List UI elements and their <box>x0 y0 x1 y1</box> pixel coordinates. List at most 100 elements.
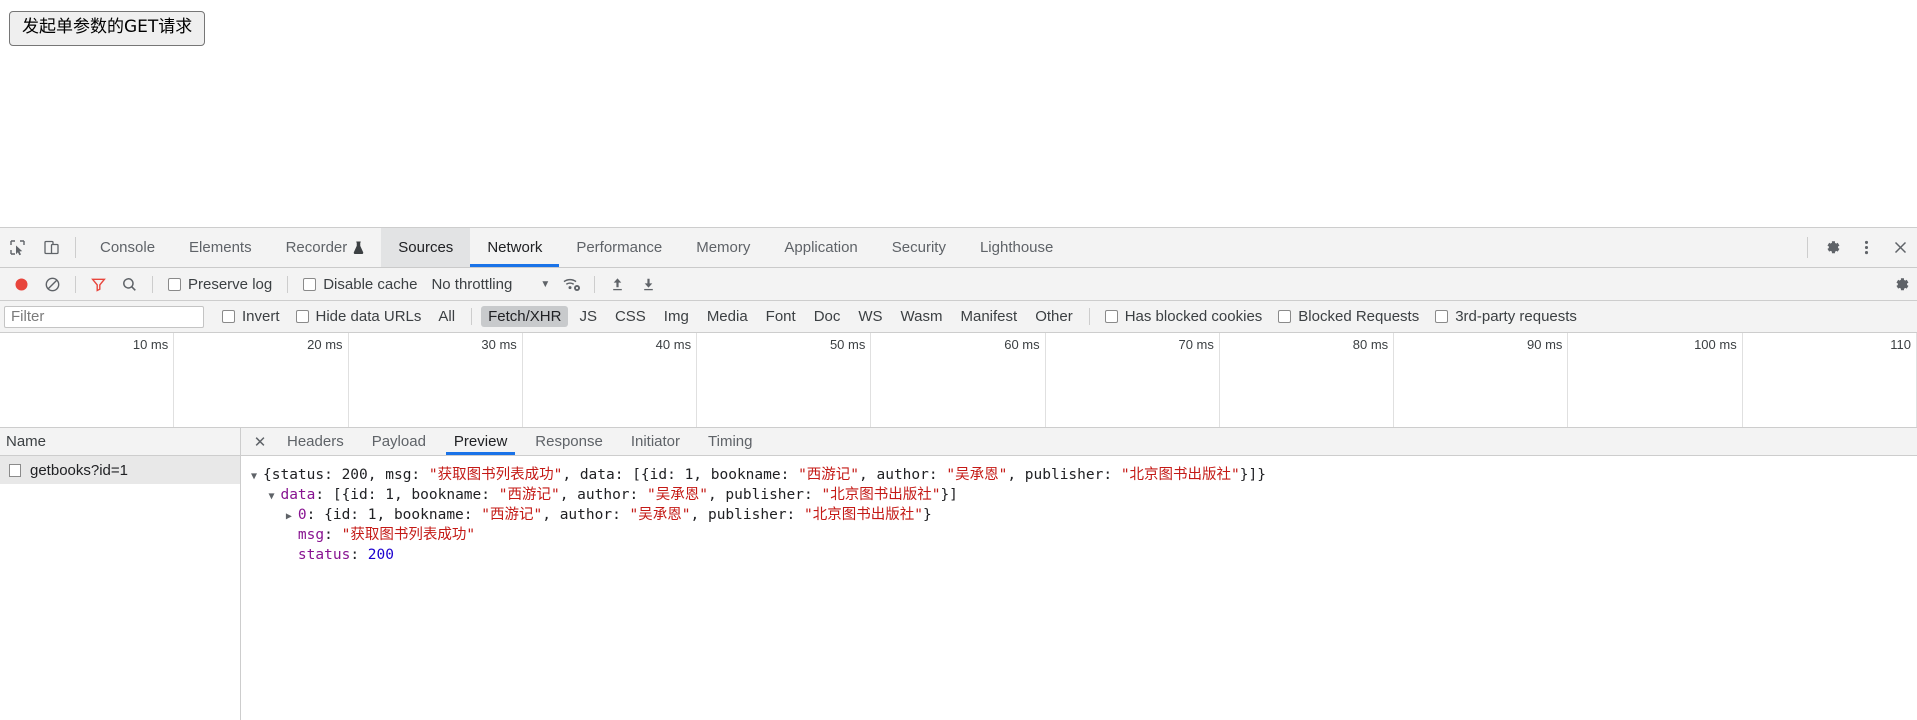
timeline-gridline: 20 ms <box>174 333 349 427</box>
timeline-gridline: 90 ms <box>1394 333 1569 427</box>
close-icon[interactable] <box>1883 228 1917 267</box>
expand-triangle-open-icon[interactable]: ▼ <box>251 467 263 487</box>
json-spacer: ▸ <box>286 527 298 547</box>
json-token: , data: [{id: 1, bookname: <box>562 467 799 483</box>
network-settings-gear-icon[interactable] <box>1886 269 1917 300</box>
json-token: }]} <box>1239 467 1266 483</box>
toolbar-divider <box>287 275 289 293</box>
filter-type-css[interactable]: CSS <box>608 306 653 327</box>
filter-funnel-icon[interactable] <box>83 269 114 300</box>
import-har-icon[interactable] <box>602 269 633 300</box>
clear-icon[interactable] <box>37 269 68 300</box>
filter-type-media[interactable]: Media <box>700 306 755 327</box>
filter-input[interactable] <box>4 305 204 328</box>
tab-label: Console <box>100 239 156 256</box>
preserve-log-checkbox[interactable]: Preserve log <box>168 276 272 293</box>
expand-triangle-closed-icon[interactable]: ▶ <box>286 507 298 527</box>
filter-type-ws[interactable]: WS <box>851 306 889 327</box>
tab-preview[interactable]: Preview <box>440 428 521 455</box>
table-row[interactable]: getbooks?id=1 <box>0 456 240 484</box>
tab-response[interactable]: Response <box>521 428 617 455</box>
inspect-element-icon[interactable] <box>0 228 34 267</box>
json-token: : [{id: 1, bookname: <box>315 487 499 503</box>
timeline-tick-label: 90 ms <box>1527 337 1563 352</box>
timeline-tick-label: 110 <box>1890 337 1911 352</box>
timeline-gridline: 30 ms <box>349 333 523 427</box>
blocked-requests-checkbox[interactable]: Blocked Requests <box>1278 308 1419 325</box>
timeline-tick-label: 30 ms <box>481 337 517 352</box>
filter-type-all[interactable]: All <box>431 306 462 327</box>
json-token: , author: <box>859 467 947 483</box>
tab-label: Performance <box>576 239 663 256</box>
devtools-tabstrip: Console Elements Recorder Sources Networ… <box>0 228 1917 268</box>
filter-type-font[interactable]: Font <box>759 306 803 327</box>
tab-timing[interactable]: Timing <box>694 428 766 455</box>
export-har-icon[interactable] <box>633 269 664 300</box>
network-timeline-overview[interactable]: 10 ms 20 ms 30 ms 40 ms 50 ms 60 ms 70 ms 80 ms… <box>0 333 1917 428</box>
kebab-menu-icon[interactable] <box>1849 228 1883 267</box>
timeline-tick-label: 70 ms <box>1178 337 1214 352</box>
filter-type-wasm[interactable]: Wasm <box>894 306 950 327</box>
chevron-down-icon: ▼ <box>540 278 551 290</box>
tab-memory[interactable]: Memory <box>679 228 767 267</box>
json-token: , msg: <box>367 467 429 483</box>
has-blocked-cookies-checkbox[interactable]: Has blocked cookies <box>1104 308 1262 325</box>
checkbox-label: Disable cache <box>323 275 418 293</box>
tab-sources[interactable]: Sources <box>381 228 471 267</box>
disable-cache-checkbox[interactable]: Disable cache <box>303 276 417 293</box>
tab-network[interactable]: Network <box>470 228 560 267</box>
json-token: , publisher: <box>707 487 822 503</box>
tab-performance[interactable]: Performance <box>559 228 679 267</box>
tab-initiator[interactable]: Initiator <box>617 428 694 455</box>
tab-console[interactable]: Console <box>83 228 172 267</box>
filter-type-fetch-xhr[interactable]: Fetch/XHR <box>481 306 569 327</box>
timeline-gridline: 60 ms <box>871 333 1046 427</box>
checkbox-label: Hide data URLs <box>315 308 422 325</box>
json-line[interactable]: ▼ data: [{id: 1, bookname: "西游记", author:… <box>251 485 1917 505</box>
filter-type-doc[interactable]: Doc <box>807 306 848 327</box>
json-preview-viewer[interactable]: ▼ {status: 200, msg: "获取图书列表成功", data: [{… <box>241 456 1917 720</box>
hide-data-urls-checkbox[interactable]: Hide data URLs <box>295 308 422 325</box>
json-token: 200 <box>341 467 368 483</box>
timeline-gridline: 110 <box>1743 333 1917 427</box>
json-token: : {id: 1, bookname: <box>306 507 482 523</box>
tab-application[interactable]: Application <box>767 228 874 267</box>
get-request-button[interactable]: 发起单参数的GET请求 <box>9 11 206 46</box>
timeline-gridline: 50 ms <box>697 333 872 427</box>
json-line[interactable]: ▸status: 200 <box>251 545 1917 565</box>
timeline-gridline: 10 ms <box>0 333 175 427</box>
expand-triangle-open-icon[interactable]: ▼ <box>268 487 280 507</box>
toolbar-divider <box>1088 308 1090 325</box>
filter-type-manifest[interactable]: Manifest <box>954 306 1025 327</box>
record-stop-icon[interactable] <box>6 269 37 300</box>
json-token: msg <box>297 527 325 543</box>
throttling-dropdown[interactable]: No throttling ▼ <box>431 276 550 293</box>
filter-type-js[interactable]: JS <box>572 306 604 327</box>
tab-elements[interactable]: Elements <box>172 228 269 267</box>
tab-headers[interactable]: Headers <box>273 428 358 455</box>
filter-type-img[interactable]: Img <box>657 306 696 327</box>
timeline-tick-label: 80 ms <box>1352 337 1389 352</box>
tab-label: Lighthouse <box>979 239 1054 256</box>
tab-lighthouse[interactable]: Lighthouse <box>963 228 1070 267</box>
gear-icon[interactable] <box>1815 228 1849 267</box>
search-icon[interactable] <box>114 269 145 300</box>
document-icon <box>9 463 21 477</box>
json-token: data <box>280 487 316 503</box>
json-line[interactable]: ▼ {status: 200, msg: "获取图书列表成功", data: [{… <box>251 465 1917 485</box>
json-line[interactable]: ▸msg: "获取图书列表成功" <box>251 525 1917 545</box>
device-toolbar-icon[interactable] <box>34 228 68 267</box>
timeline-gridline: 40 ms <box>523 333 698 427</box>
filter-type-other[interactable]: Other <box>1028 306 1080 327</box>
invert-checkbox[interactable]: Invert <box>222 308 280 325</box>
third-party-requests-checkbox[interactable]: 3rd-party requests <box>1435 308 1577 325</box>
network-conditions-icon[interactable] <box>556 269 587 300</box>
close-detail-icon[interactable]: ✕ <box>247 428 273 455</box>
toolbar-divider <box>75 237 76 258</box>
tab-security[interactable]: Security <box>875 228 963 267</box>
json-line[interactable]: ▶ 0: {id: 1, bookname: "西游记", author: "吴承… <box>251 505 1917 525</box>
tab-payload[interactable]: Payload <box>358 428 440 455</box>
json-token: "吴承恩" <box>647 487 708 503</box>
tab-recorder[interactable]: Recorder <box>269 228 382 267</box>
